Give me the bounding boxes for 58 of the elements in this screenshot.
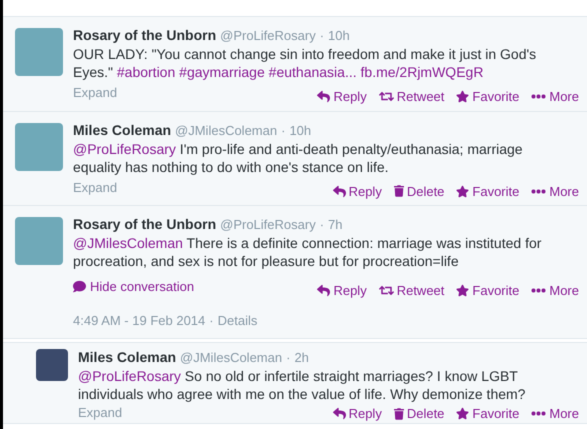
retweet-action[interactable]: Retweet — [378, 281, 444, 300]
reply-icon — [332, 407, 346, 420]
dot-separator: · — [320, 27, 324, 45]
trash-icon — [394, 408, 404, 420]
dot-separator: · — [281, 122, 286, 140]
reply-icon — [317, 90, 330, 104]
favorite-action[interactable]: Favorite — [456, 182, 520, 201]
reply-action[interactable]: Reply — [332, 404, 382, 424]
reply-action[interactable]: Reply — [317, 281, 367, 300]
tweet-link[interactable]: @ProLifeRosary — [78, 368, 181, 384]
retweet-action[interactable]: Retweet — [378, 87, 444, 106]
retweet-icon — [378, 90, 394, 104]
favorite-action[interactable]: Favorite — [456, 404, 520, 424]
dot-separator: · — [320, 216, 324, 234]
star-icon — [456, 284, 470, 298]
star-icon — [456, 90, 470, 104]
favorite-action[interactable]: Favorite — [456, 281, 520, 300]
author-name[interactable]: Miles Coleman — [73, 120, 172, 138]
tweet-link[interactable]: fb.me/2RjmWQEgR — [360, 64, 484, 80]
tweet-text: @JMilesColeman There is a definite connection: marriage was instituted for procreation, and sex is not for pleasure but for procreation=life — [73, 234, 542, 270]
author-name[interactable]: Miles Coleman — [78, 348, 176, 366]
more-action[interactable]: More — [531, 182, 579, 201]
reply-icon — [317, 284, 330, 298]
avatar-photo-placeholder[interactable] — [36, 349, 68, 381]
dots-icon — [531, 411, 546, 416]
delete-action[interactable]: Delete — [394, 182, 444, 201]
star-icon — [456, 407, 470, 420]
author-name[interactable]: Rosary of the Unborn — [73, 26, 216, 44]
tweet-text: @ProLifeRosary So no old or infertile straight marriages? I know LGBT individuals who agree with me on the value of life. Why demonize them? — [78, 367, 526, 403]
dot-separator: · — [209, 312, 214, 330]
tweet-link[interactable]: #euthanasia... — [268, 64, 357, 80]
star-icon — [456, 184, 470, 198]
reply-action[interactable]: Reply — [332, 182, 382, 201]
tweet-link[interactable]: @ProLifeRosary — [73, 140, 176, 156]
more-action[interactable]: More — [531, 404, 579, 424]
dot-separator: · — [286, 349, 290, 367]
avatar-photo-placeholder[interactable] — [15, 122, 63, 170]
tweet-link[interactable]: #abortion — [116, 64, 176, 80]
delete-action[interactable]: Delete — [394, 404, 444, 424]
trash-icon — [394, 185, 404, 198]
favorite-action[interactable]: Favorite — [456, 87, 520, 106]
tweet-text: OUR LADY: "You cannot change sin into freedom and make it just in God's Eyes." #abortion #gaymarriage #euthanasia... fb.me/2RjmWQEgR — [73, 45, 538, 81]
dots-icon — [531, 94, 546, 100]
more-action[interactable]: More — [531, 87, 579, 106]
reply-icon — [332, 184, 346, 198]
reply-action[interactable]: Reply — [317, 87, 367, 106]
avatar-photo-placeholder[interactable] — [15, 217, 63, 265]
author-name[interactable]: Rosary of the Unborn — [73, 215, 216, 233]
tweet-link[interactable]: @JMilesColeman — [73, 235, 183, 251]
retweet-icon — [378, 284, 394, 298]
tweet-text: @ProLifeRosary I'm pro-life and anti-death penalty/euthanasia; marriage equality has nothing to do with one's stance on life. — [73, 140, 524, 176]
dots-icon — [531, 188, 546, 194]
avatar-photo-placeholder[interactable] — [15, 28, 63, 76]
dots-icon — [531, 288, 546, 294]
tweet-link[interactable]: #gaymarriage — [179, 64, 265, 80]
hide-conversation-link[interactable]: Hide conversation — [73, 277, 194, 296]
more-action[interactable]: More — [531, 281, 579, 300]
speech-bubble-icon — [73, 280, 86, 294]
